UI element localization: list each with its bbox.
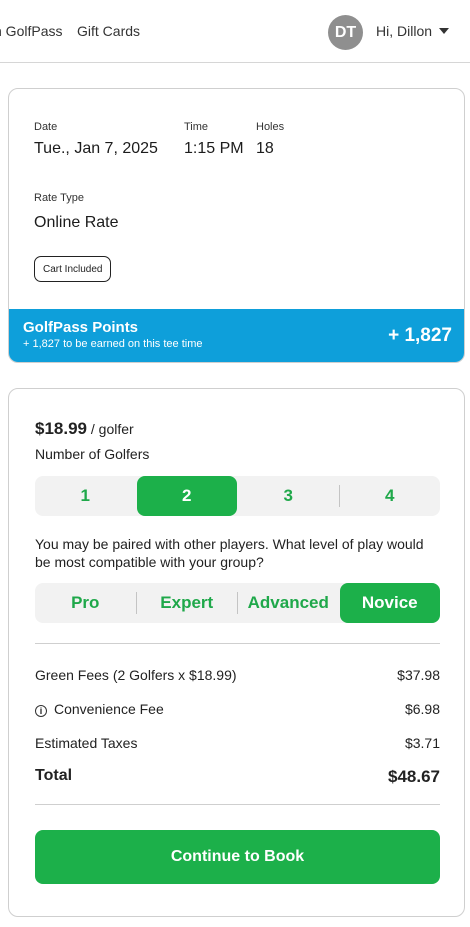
total-value: $48.67 <box>388 767 440 786</box>
price-unit: / golfer <box>90 421 134 437</box>
price-per-golfer: $18.99 / golfer <box>35 419 134 439</box>
date-value: Tue., Jan 7, 2025 <box>34 140 158 157</box>
nav-link-golfpass[interactable]: n GolfPass <box>0 23 62 39</box>
rate-type-label: Rate Type <box>34 192 84 204</box>
golfer-option-1[interactable]: 1 <box>35 476 136 516</box>
convenience-fee-value: $6.98 <box>404 701 440 717</box>
golfpass-points-banner: GolfPass Points + 1,827 to be earned on … <box>9 309 464 362</box>
golfer-count-selector: 1 2 3 4 <box>35 476 440 516</box>
nav-link-gift-cards[interactable]: Gift Cards <box>77 23 140 39</box>
pairing-prompt: You may be paired with other players. Wh… <box>35 536 424 570</box>
continue-to-book-button[interactable]: Continue to Book <box>35 830 440 884</box>
chevron-down-icon[interactable] <box>439 28 449 34</box>
points-value: + 1,827 <box>388 325 452 346</box>
holes-label: Holes <box>256 121 285 133</box>
points-subtitle: + 1,827 to be earned on this tee time <box>23 338 203 350</box>
green-fees-label: Green Fees (2 Golfers x $18.99) <box>35 667 237 683</box>
number-of-golfers-label: Number of Golfers <box>35 446 150 462</box>
divider <box>35 643 440 644</box>
top-navigation: n GolfPass Gift Cards DT Hi, Dillon <box>0 0 470 63</box>
divider <box>35 804 440 805</box>
info-icon[interactable]: i <box>35 705 47 717</box>
date-label: Date <box>34 121 58 133</box>
golfer-option-2[interactable]: 2 <box>136 476 237 516</box>
time-label: Time <box>184 121 209 133</box>
level-option-novice[interactable]: Novice <box>339 583 440 623</box>
avatar[interactable]: DT <box>328 15 363 50</box>
green-fees-value: $37.98 <box>397 667 440 683</box>
user-greeting[interactable]: Hi, Dillon <box>376 23 432 39</box>
booking-card: $18.99 / golfer Number of Golfers 1 2 3 … <box>8 388 465 917</box>
estimated-taxes-label: Estimated Taxes <box>35 735 138 751</box>
time-value: 1:15 PM <box>184 140 244 157</box>
price-amount: $18.99 <box>35 419 87 438</box>
level-option-pro[interactable]: Pro <box>35 583 136 623</box>
holes-value: 18 <box>256 140 274 157</box>
tee-time-details-card: Date Tue., Jan 7, 2025 Time 1:15 PM Hole… <box>8 88 465 363</box>
cart-included-badge: Cart Included <box>34 256 112 282</box>
level-option-advanced[interactable]: Advanced <box>238 583 339 623</box>
convenience-fee-label: Convenience Fee <box>54 701 164 717</box>
level-option-expert[interactable]: Expert <box>137 583 238 623</box>
total-label: Total <box>35 767 73 784</box>
rate-type-value: Online Rate <box>34 214 119 231</box>
play-level-selector: Pro Expert Advanced Novice <box>35 583 440 623</box>
points-title: GolfPass Points <box>23 319 139 336</box>
golfer-option-3[interactable]: 3 <box>238 476 339 516</box>
estimated-taxes-value: $3.71 <box>404 735 440 751</box>
golfer-option-4[interactable]: 4 <box>340 476 441 516</box>
